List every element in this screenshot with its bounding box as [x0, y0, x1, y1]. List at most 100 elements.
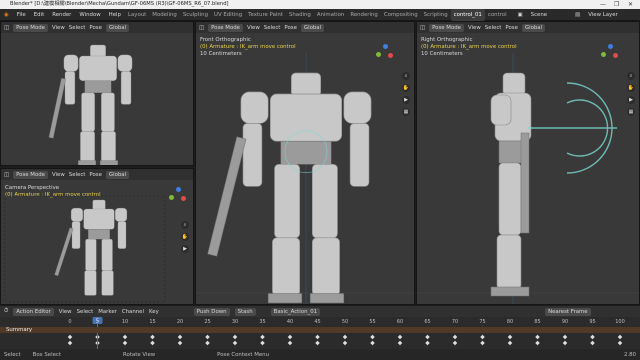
- keyframe-diamond[interactable]: [122, 340, 128, 346]
- keyframe-diamond[interactable]: [507, 334, 513, 340]
- navigation-gizmo[interactable]: [601, 44, 619, 62]
- tab-animation[interactable]: Animation: [314, 9, 347, 21]
- keyframe-diamond[interactable]: [535, 334, 540, 340]
- keyframe-diamond[interactable]: [397, 334, 403, 340]
- menu-window[interactable]: Window: [75, 9, 104, 21]
- keyframe-diamond[interactable]: [342, 340, 348, 346]
- keyframe-diamond[interactable]: [397, 340, 403, 346]
- menu-marker[interactable]: Marker: [98, 309, 117, 315]
- keyframe-diamond[interactable]: [535, 340, 540, 346]
- keyframe-diamond[interactable]: [590, 334, 595, 340]
- viewport-right[interactable]: ◫ Pose Mode View Select Pose Global Righ…: [416, 21, 640, 305]
- menu-pose[interactable]: Pose: [89, 25, 101, 31]
- menu-help[interactable]: Help: [105, 9, 125, 21]
- tab-sculpting[interactable]: Sculpting: [180, 9, 211, 21]
- orientation-dropdown[interactable]: Global: [521, 23, 546, 32]
- editor-mode-dropdown[interactable]: Action Editor: [13, 307, 54, 316]
- view-layer-icon[interactable]: ▤: [571, 9, 584, 21]
- tab-scripting[interactable]: Scripting: [421, 9, 451, 21]
- keyframe-diamond[interactable]: [480, 340, 485, 346]
- scene-selector[interactable]: Scene: [527, 9, 551, 21]
- mode-dropdown[interactable]: Pose Mode: [13, 23, 48, 32]
- tab-layout[interactable]: Layout: [125, 9, 149, 21]
- menu-view[interactable]: View: [52, 25, 65, 31]
- keyframe-diamond[interactable]: [122, 334, 128, 340]
- keyframe-diamond[interactable]: [452, 334, 458, 340]
- editor-type-icon[interactable]: ⏱: [4, 308, 8, 315]
- mode-dropdown[interactable]: Pose Mode: [429, 23, 464, 32]
- pan-hand-icon[interactable]: ✋: [627, 84, 635, 92]
- keyframe-diamond[interactable]: [67, 340, 73, 346]
- axis-x-dot[interactable]: [388, 53, 393, 58]
- camera-icon[interactable]: ▶: [181, 245, 189, 253]
- zoom-icon[interactable]: ⌕: [402, 72, 410, 80]
- orientation-dropdown[interactable]: Global: [300, 23, 325, 32]
- view-layer-selector[interactable]: View Layer: [584, 9, 622, 21]
- menu-render[interactable]: Render: [48, 9, 75, 21]
- scene-icon[interactable]: ▣: [514, 9, 527, 21]
- orientation-dropdown[interactable]: Global: [105, 23, 130, 32]
- keyframe-diamond[interactable]: [370, 340, 375, 346]
- axis-z-dot[interactable]: [176, 187, 181, 192]
- tab-control-01[interactable]: control_01: [450, 8, 485, 21]
- menu-select[interactable]: Select: [77, 309, 94, 315]
- zoom-icon[interactable]: ⌕: [627, 72, 635, 80]
- editor-type-icon[interactable]: ◫: [420, 25, 425, 31]
- navigation-gizmo[interactable]: [169, 187, 187, 205]
- tab-uv-editing[interactable]: UV Editing: [211, 9, 245, 21]
- push-down-button[interactable]: Push Down: [193, 307, 230, 316]
- grid-icon[interactable]: ▦: [402, 108, 410, 116]
- menu-select[interactable]: Select: [69, 25, 86, 31]
- menu-select[interactable]: Select: [485, 25, 502, 31]
- keyframe-diamond[interactable]: [617, 340, 623, 346]
- dope-sheet[interactable]: 0 5 10 15 20 25 30 35 40 45 50 55 60 65 70 75 80 85 90 95 10…: [0, 317, 640, 349]
- summary-channel[interactable]: Summary: [0, 327, 640, 333]
- tab-shading[interactable]: Shading: [286, 9, 314, 21]
- viewport-center[interactable]: ◫ Pose Mode View Select Pose Global Fron…: [195, 21, 415, 305]
- keyframe-diamond[interactable]: [452, 340, 458, 346]
- keyframe-diamond[interactable]: [260, 340, 265, 346]
- menu-file[interactable]: File: [13, 9, 30, 21]
- tab-compositing[interactable]: Compositing: [381, 9, 421, 21]
- viewport-bottom-left[interactable]: ◫ Pose Mode View Select Pose Global Came…: [0, 168, 194, 305]
- keyframe-diamond[interactable]: [425, 340, 430, 346]
- keyframe-diamond[interactable]: [150, 340, 155, 346]
- orientation-dropdown[interactable]: Global: [105, 170, 130, 179]
- keyframe-diamond[interactable]: [232, 334, 238, 340]
- pan-hand-icon[interactable]: ✋: [181, 233, 189, 241]
- keyframe-diamond[interactable]: [315, 334, 320, 340]
- zoom-icon[interactable]: ⌕: [181, 221, 189, 229]
- keyframe-diamond[interactable]: [150, 334, 155, 340]
- tab-texture-paint[interactable]: Texture Paint: [245, 9, 286, 21]
- keyframe-diamond[interactable]: [260, 334, 265, 340]
- tab-rendering[interactable]: Rendering: [347, 9, 381, 21]
- keyframe-diamond[interactable]: [562, 334, 568, 340]
- menu-view[interactable]: View: [468, 25, 481, 31]
- axis-x-dot[interactable]: [613, 53, 618, 58]
- editor-type-icon[interactable]: ◫: [4, 172, 9, 178]
- axis-z-dot[interactable]: [608, 44, 613, 49]
- menu-select[interactable]: Select: [69, 172, 86, 178]
- timeline-ruler[interactable]: 0 5 10 15 20 25 30 35 40 45 50 55 60 65 70 75 80 85 90 95 10…: [0, 317, 640, 349]
- mode-dropdown[interactable]: Pose Mode: [208, 23, 243, 32]
- keyframe-diamond[interactable]: [342, 334, 348, 340]
- keyframe-diamond[interactable]: [617, 334, 623, 340]
- keyframe-diamond[interactable]: [590, 340, 595, 346]
- axis-y-dot[interactable]: [169, 195, 174, 200]
- menu-pose[interactable]: Pose: [89, 172, 101, 178]
- keyframe-diamond[interactable]: [67, 334, 73, 340]
- viewport-top-left[interactable]: ◫ Pose Mode View Select Pose Global: [0, 21, 194, 166]
- keyframe-diamond[interactable]: [232, 340, 238, 346]
- camera-icon[interactable]: ▶: [402, 96, 410, 104]
- keyframe-diamond[interactable]: [507, 340, 513, 346]
- tab-modeling[interactable]: Modeling: [149, 9, 180, 21]
- mode-dropdown[interactable]: Pose Mode: [13, 170, 48, 179]
- keyframe-diamond[interactable]: [480, 334, 485, 340]
- keyframe-diamond[interactable]: [562, 340, 568, 346]
- keyframe-diamond[interactable]: [287, 340, 293, 346]
- keyframe-diamond[interactable]: [425, 334, 430, 340]
- axis-z-dot[interactable]: [383, 44, 388, 49]
- keyframe-diamond[interactable]: [205, 334, 210, 340]
- snap-mode-dropdown[interactable]: Nearest Frame: [545, 307, 591, 316]
- keyframe-diamond[interactable]: [177, 340, 183, 346]
